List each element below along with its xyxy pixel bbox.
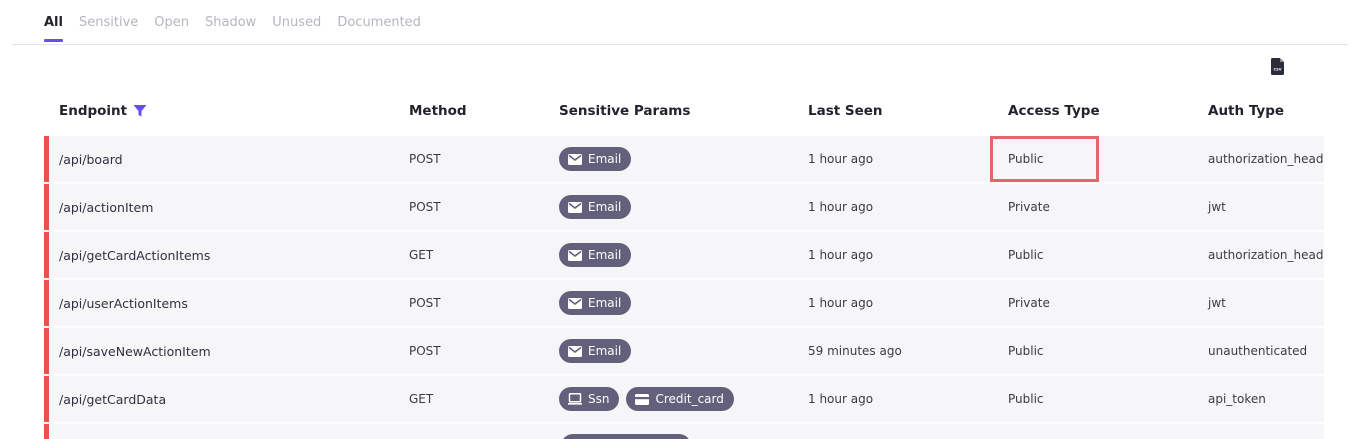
email-icon bbox=[568, 297, 588, 309]
http-method: POST bbox=[409, 344, 441, 358]
sensitive-param-tag[interactable]: Email bbox=[559, 147, 632, 171]
column-header-sensitive-params[interactable]: Sensitive Params bbox=[559, 103, 690, 119]
access-type: Public bbox=[1008, 248, 1044, 262]
http-method: POST bbox=[409, 200, 441, 214]
table-body: /api/board POST Email 1 hour ago Public autho… bbox=[44, 136, 1324, 422]
email-icon bbox=[568, 201, 588, 213]
endpoints-table: Endpoint Method Sensitive Params Last Se… bbox=[44, 88, 1324, 439]
sensitive-param-label: Credit_card bbox=[655, 392, 724, 406]
table-row[interactable]: /api/getCardActionItems GET Email 1 hour ag… bbox=[44, 232, 1324, 278]
column-header-access-type[interactable]: Access Type bbox=[1008, 103, 1100, 119]
sensitive-param-label: Email bbox=[588, 152, 622, 166]
tab-sensitive[interactable]: Sensitive bbox=[79, 14, 138, 42]
sensitive-param-tag[interactable]: Email bbox=[559, 291, 632, 315]
auth-type: jwt bbox=[1208, 200, 1226, 214]
http-method: POST bbox=[409, 296, 441, 310]
sensitive-param-label: Email bbox=[588, 200, 622, 214]
table-row[interactable]: /api/actionItem POST Email 1 hour ago Privat… bbox=[44, 184, 1324, 230]
access-type: Public bbox=[1008, 344, 1044, 358]
auth-type: jwt bbox=[1208, 296, 1226, 310]
access-type: Private bbox=[1008, 200, 1050, 214]
sensitive-param-label: Email bbox=[588, 296, 622, 310]
svg-text:CSV: CSV bbox=[1273, 68, 1281, 72]
http-method: POST bbox=[409, 152, 441, 166]
last-seen: 1 hour ago bbox=[808, 200, 874, 214]
last-seen: 59 minutes ago bbox=[808, 344, 902, 358]
last-seen: 1 hour ago bbox=[808, 392, 874, 406]
sensitive-params-cell: Email bbox=[559, 232, 638, 278]
sensitive-param-tag[interactable]: Email bbox=[559, 339, 632, 363]
sensitive-param-tag[interactable]: Email bbox=[559, 195, 632, 219]
endpoint-path: /api/actionItem bbox=[59, 199, 154, 215]
email-icon bbox=[568, 249, 588, 261]
auth-type: authorization_header bbox=[1208, 152, 1324, 166]
email-icon bbox=[568, 345, 588, 357]
sensitive-param-tag[interactable]: Credit_card bbox=[626, 387, 734, 411]
tab-all[interactable]: All bbox=[44, 14, 63, 42]
sensitive-params-cell: Ssn Credit_card bbox=[559, 376, 741, 422]
tab-unused[interactable]: Unused bbox=[272, 14, 321, 42]
endpoint-path: /api/saveNewActionItem bbox=[59, 343, 211, 359]
sensitive-param-tag[interactable] bbox=[561, 434, 691, 439]
filter-icon[interactable] bbox=[133, 104, 147, 118]
access-type: Public bbox=[1008, 152, 1044, 166]
tab-shadow[interactable]: Shadow bbox=[205, 14, 256, 42]
access-type: Public bbox=[1008, 392, 1044, 406]
column-header-method[interactable]: Method bbox=[409, 103, 467, 119]
column-header-label: Endpoint bbox=[59, 103, 128, 119]
auth-type: authorization_header bbox=[1208, 248, 1324, 262]
table-row[interactable] bbox=[44, 424, 1324, 439]
endpoint-path: /api/getCardData bbox=[59, 391, 167, 407]
credit-card-icon bbox=[635, 393, 655, 405]
sensitive-params-cell: Email bbox=[559, 280, 638, 326]
column-header-endpoint[interactable]: Endpoint bbox=[59, 103, 147, 119]
sensitive-param-tag[interactable]: Ssn bbox=[559, 387, 620, 411]
sensitive-param-tag[interactable]: Email bbox=[559, 243, 632, 267]
sensitive-param-label: Email bbox=[588, 248, 622, 262]
last-seen: 1 hour ago bbox=[808, 152, 874, 166]
last-seen: 1 hour ago bbox=[808, 296, 874, 310]
http-method: GET bbox=[409, 248, 434, 262]
endpoint-path: /api/userActionItems bbox=[59, 295, 188, 311]
column-header-auth-type[interactable]: Auth Type bbox=[1208, 103, 1284, 119]
table-row[interactable]: /api/userActionItems POST Email 1 hour ago P… bbox=[44, 280, 1324, 326]
tab-bar: All Sensitive Open Shadow Unused Documented bbox=[44, 14, 437, 42]
access-type: Private bbox=[1008, 296, 1050, 310]
email-icon bbox=[568, 153, 588, 165]
auth-type: unauthenticated bbox=[1208, 344, 1308, 358]
tab-open[interactable]: Open bbox=[154, 14, 189, 42]
endpoint-path: /api/board bbox=[59, 151, 123, 167]
sensitive-params-cell: Email bbox=[559, 184, 638, 230]
table-row[interactable]: /api/saveNewActionItem POST Email 59 minute… bbox=[44, 328, 1324, 374]
last-seen: 1 hour ago bbox=[808, 248, 874, 262]
tab-documented[interactable]: Documented bbox=[337, 14, 421, 42]
sensitive-param-label: Email bbox=[588, 344, 622, 358]
sensitive-params-cell: Email bbox=[559, 328, 638, 374]
tabs-divider bbox=[12, 44, 1348, 45]
table-row[interactable]: /api/getCardData GET Ssn Credit_card 1 hour … bbox=[44, 376, 1324, 422]
endpoint-path: /api/getCardActionItems bbox=[59, 247, 211, 263]
ssn-icon bbox=[568, 393, 588, 405]
column-header-last-seen[interactable]: Last Seen bbox=[808, 103, 883, 119]
table-header: Endpoint Method Sensitive Params Last Se… bbox=[44, 88, 1324, 134]
sensitive-param-label: Ssn bbox=[588, 392, 610, 406]
sensitive-params-cell: Email bbox=[559, 136, 638, 182]
http-method: GET bbox=[409, 392, 434, 406]
table-row[interactable]: /api/board POST Email 1 hour ago Public autho… bbox=[44, 136, 1324, 182]
csv-download-icon[interactable]: CSV bbox=[1271, 58, 1284, 75]
auth-type: api_token bbox=[1208, 392, 1266, 406]
